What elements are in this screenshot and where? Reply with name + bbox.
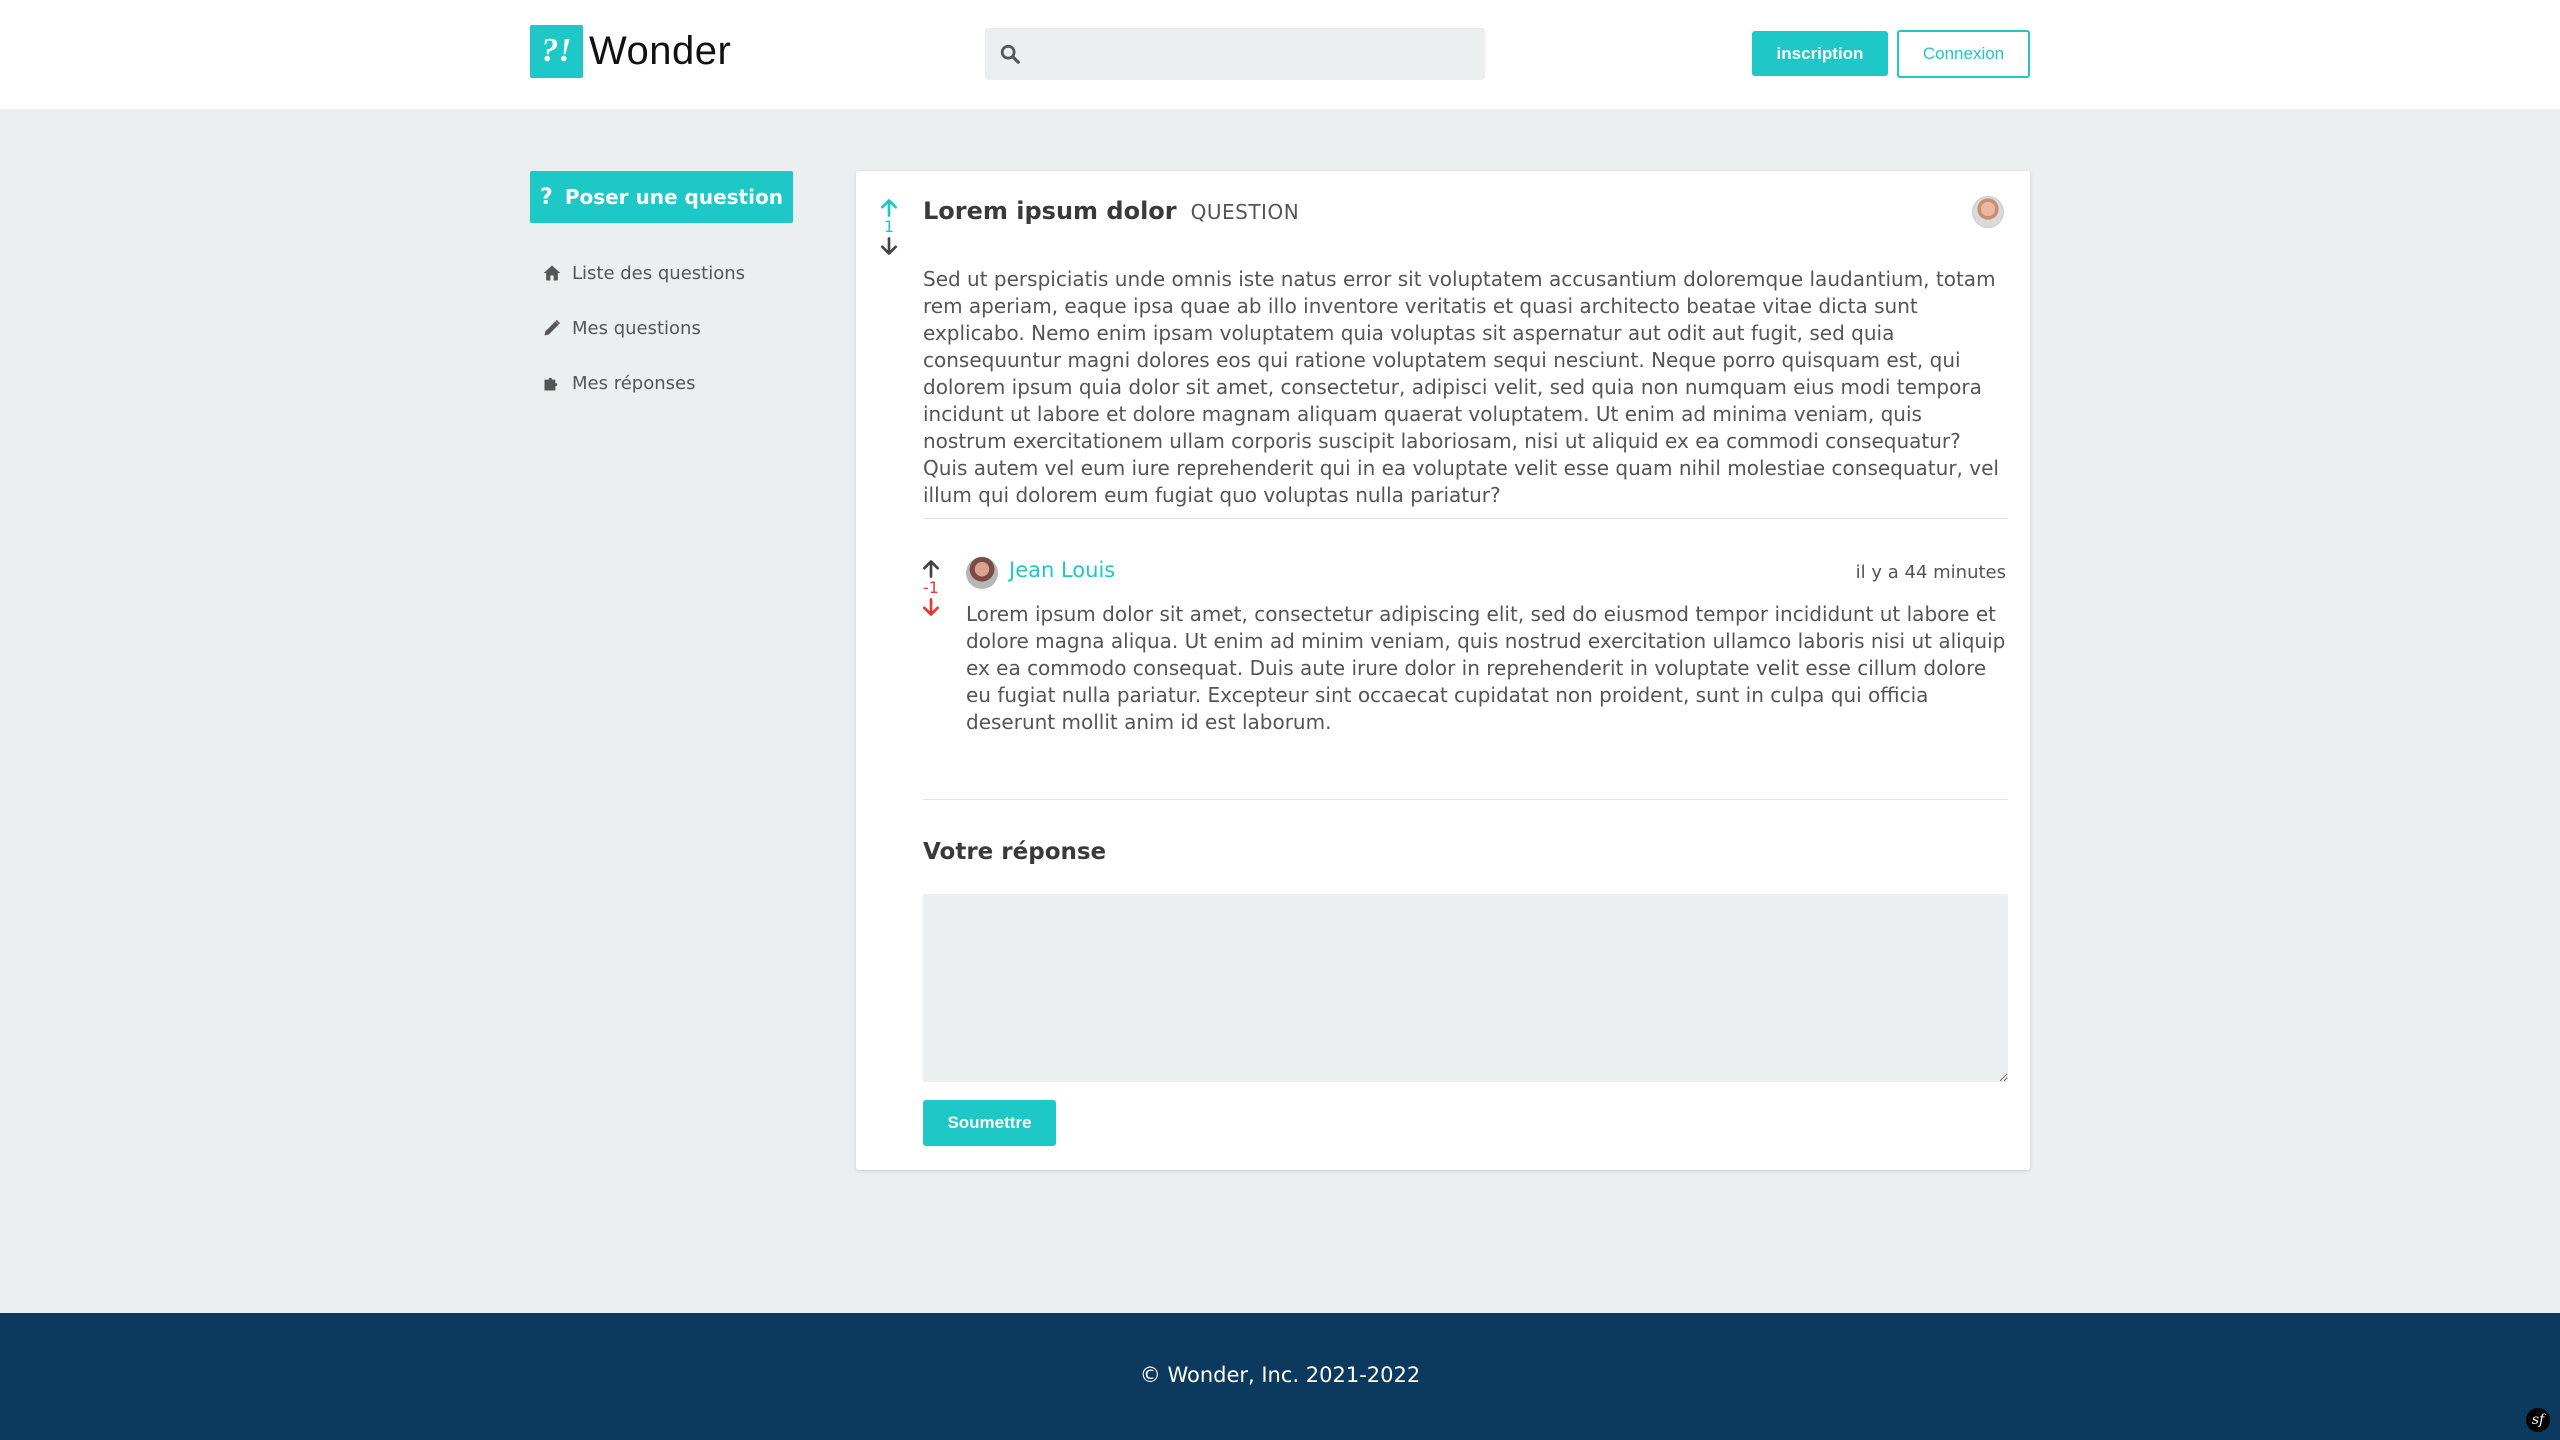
footer: © Wonder, Inc. 2021-2022 sf xyxy=(0,1313,2560,1440)
logo[interactable]: ?! Wonder xyxy=(530,24,732,78)
logo-text: Wonder xyxy=(589,28,732,73)
question-vote-count: 1 xyxy=(883,217,895,236)
answer-body: Lorem ipsum dolor sit amet, consectetur … xyxy=(966,602,2006,734)
reply-textarea[interactable] xyxy=(923,894,2008,1082)
question-title: Lorem ipsum dolor xyxy=(923,197,1177,225)
downvote-arrow-icon[interactable] xyxy=(921,597,941,617)
avatar[interactable] xyxy=(1972,196,2004,228)
avatar[interactable] xyxy=(966,557,998,589)
ask-question-label: Poser une question xyxy=(564,185,783,209)
question-mark-icon: ? xyxy=(540,184,553,210)
divider xyxy=(923,799,2008,800)
pencil-icon xyxy=(544,319,561,336)
search-input[interactable] xyxy=(1031,28,1471,80)
answer-vote: -1 xyxy=(919,559,943,617)
upvote-arrow-icon[interactable] xyxy=(921,559,941,579)
answer-vote-count: -1 xyxy=(923,578,939,597)
answer-author-link[interactable]: Jean Louis xyxy=(1009,558,1115,582)
search-icon xyxy=(1000,44,1020,64)
question-body: Sed ut perspiciatis unde omnis iste natu… xyxy=(923,267,1999,507)
logo-mark: ?! xyxy=(530,24,583,78)
copyright-text: © Wonder, Inc. 2021-2022 xyxy=(1139,1363,1421,1387)
sidebar-item-label: Mes questions xyxy=(572,317,701,339)
downvote-arrow-icon[interactable] xyxy=(879,236,899,256)
question-vote: 1 xyxy=(877,198,901,256)
sidebar-item-my-answers[interactable]: Mes réponses xyxy=(542,368,695,398)
sidebar-item-label: Mes réponses xyxy=(572,372,696,394)
upvote-arrow-icon[interactable] xyxy=(879,198,899,218)
top-header: ?! Wonder inscription Connexion xyxy=(0,0,2560,109)
ask-question-button[interactable]: ? Poser une question xyxy=(530,171,793,223)
sidebar-item-label: Liste des questions xyxy=(572,262,746,284)
symfony-debug-icon[interactable]: sf xyxy=(2526,1408,2550,1432)
login-button[interactable]: Connexion xyxy=(1897,30,2030,78)
signup-button[interactable]: inscription xyxy=(1752,31,1888,76)
submit-button[interactable]: Soumettre xyxy=(923,1100,1056,1146)
search-bar[interactable] xyxy=(985,28,1485,80)
divider xyxy=(923,518,2008,519)
puzzle-icon xyxy=(544,377,558,391)
sidebar-item-my-questions[interactable]: Mes questions xyxy=(542,313,701,343)
answer-timestamp: il y a 44 minutes xyxy=(1855,562,2006,583)
home-icon xyxy=(543,265,561,281)
question-tag: QUESTION xyxy=(1190,200,1300,224)
question-header: Lorem ipsum dolor QUESTION xyxy=(923,197,1299,225)
question-card: 1 Lorem ipsum dolor QUESTION Sed ut pers… xyxy=(856,171,2030,1170)
sidebar-item-question-list[interactable]: Liste des questions xyxy=(542,258,745,288)
reply-title: Votre réponse xyxy=(923,839,1107,865)
